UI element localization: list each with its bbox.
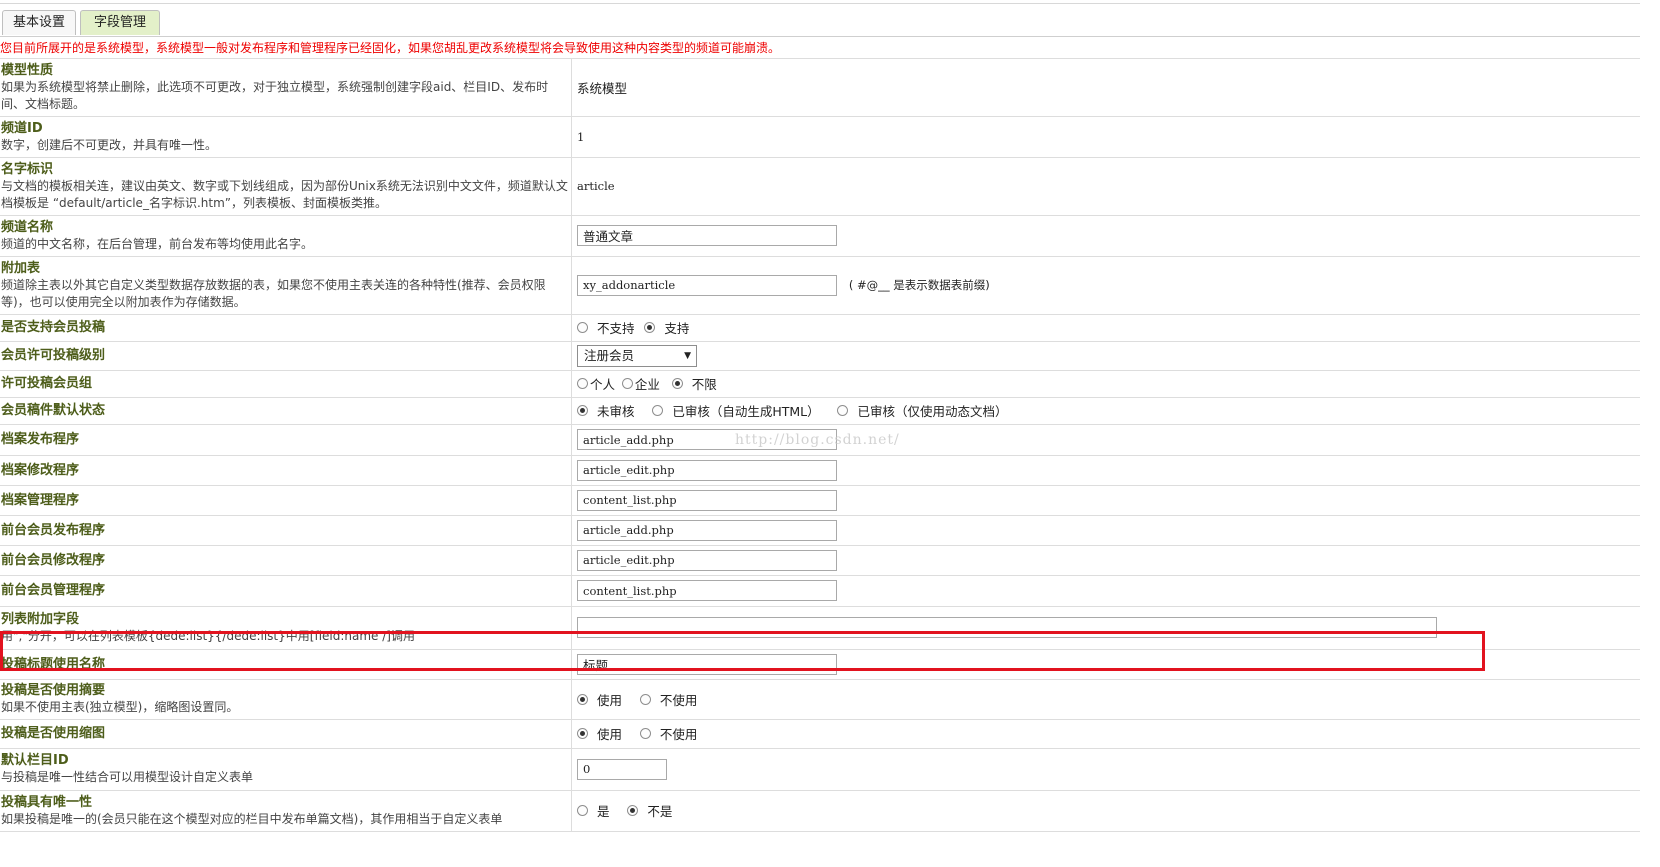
member-group-unlimited[interactable]: 不限 — [671, 374, 717, 393]
row-channel-name: 频道名称 频道的中文名称，在后台管理，前台发布等均使用此名字。 — [0, 215, 1640, 257]
row-member-level: 会员许可投稿级别 注册会员 ▼ — [0, 341, 1640, 371]
label-title: 列表附加字段 — [1, 611, 80, 627]
model-type-value: 系统模型 — [577, 80, 628, 96]
front-edit-input[interactable] — [577, 549, 837, 571]
label-title: 许可投稿会员组 — [1, 376, 93, 391]
tab-basic-settings[interactable]: 基本设置 — [2, 10, 76, 35]
front-manage-input[interactable] — [577, 580, 837, 601]
front-add-input[interactable] — [577, 519, 837, 541]
label-desc: 如果不使用主表(独立模型)，缩略图设置同。 — [1, 700, 239, 714]
row-front-manage: 前台会员管理程序 — [0, 575, 1640, 607]
row-member-group: 许可投稿会员组 个人 企业 不限 — [0, 370, 1640, 398]
edit-program-input[interactable] — [577, 459, 837, 481]
label-title: 会员稿件默认状态 — [1, 403, 106, 418]
row-member-submit: 是否支持会员投稿 不支持 支持 — [0, 314, 1640, 342]
default-typeid-input[interactable] — [577, 758, 667, 780]
manage-program-input[interactable] — [577, 489, 837, 511]
label-desc: 数字，创建后不可更改，并具有唯一性。 — [1, 137, 218, 152]
label-desc: 用","分开，可以在列表模板{dede:list}{/dede:list}中用[… — [1, 628, 415, 643]
row-name-tag: 名字标识 与文档的模板相关连，建议由英文、数字或下划线组成，因为部份Unix系统… — [0, 157, 1640, 216]
row-submit-title-name: 投稿标题使用名称 — [0, 649, 1640, 680]
status-reviewed-dynamic[interactable]: 已审核（仅使用动态文档） — [837, 401, 1007, 420]
row-addon-table: 附加表 频道除主表以外其它自定义类型数据存放数据的表，如果您不使用主表关连的各种… — [0, 256, 1640, 315]
radio-selected-icon[interactable] — [577, 405, 588, 416]
name-tag-value: article — [577, 179, 615, 193]
member-group-company[interactable]: 企业 — [621, 374, 660, 393]
label-title: 前台会员发布程序 — [1, 522, 106, 538]
use-summary-yes[interactable]: 使用 — [577, 690, 622, 709]
label-title: 频道ID — [1, 120, 43, 136]
channel-id-value: 1 — [577, 129, 585, 144]
row-default-status: 会员稿件默认状态 未审核 已审核（自动生成HTML） 已审核（仅使用动态文档） — [0, 397, 1640, 425]
label-title: 名字标识 — [1, 161, 54, 177]
dropdown-arrow-icon: ▼ — [684, 350, 691, 361]
radio-selected-icon[interactable] — [671, 378, 683, 389]
radio-icon[interactable] — [577, 322, 588, 333]
radio-icon[interactable] — [621, 378, 633, 389]
radio-icon[interactable] — [577, 378, 588, 389]
system-model-warning: 您目前所展开的是系统模型，系统模型一般对发布程序和管理程序已经固化，如果您胡乱更… — [0, 37, 1640, 59]
label-title: 前台会员修改程序 — [1, 552, 106, 568]
submit-title-name-input[interactable] — [577, 653, 837, 675]
member-submit-yes[interactable]: 支持 — [644, 318, 689, 337]
label-desc: 如果投稿是唯一的(会员只能在这个模型对应的栏目中发布单篇文档)，其作用相当于自定… — [1, 811, 503, 826]
row-channel-id: 频道ID 数字，创建后不可更改，并具有唯一性。 1 — [0, 116, 1640, 158]
label-title: 前台会员管理程序 — [1, 583, 106, 598]
use-thumb-yes[interactable]: 使用 — [577, 724, 622, 743]
radio-icon[interactable] — [639, 728, 651, 739]
table-prefix-hint: ( #@__ 是表示数据表前缀) — [848, 278, 990, 292]
label-desc: 与文档的模板相关连，建议由英文、数字或下划线组成，因为部份Unix系统无法识别中… — [1, 178, 568, 210]
member-level-select[interactable]: 注册会员 ▼ — [577, 344, 697, 367]
radio-selected-icon[interactable] — [577, 728, 588, 739]
use-thumb-no[interactable]: 不使用 — [639, 724, 697, 743]
label-title: 投稿标题使用名称 — [1, 656, 106, 672]
unique-no[interactable]: 不是 — [627, 801, 672, 820]
status-unreviewed[interactable]: 未审核 — [577, 401, 635, 420]
row-front-add: 前台会员发布程序 — [0, 515, 1640, 546]
label-desc: 如果为系统模型将禁止删除，此选项不可更改，对于独立模型，系统强制创建字段aid、… — [1, 79, 549, 111]
label-title: 档案管理程序 — [1, 492, 80, 508]
radio-icon[interactable] — [837, 405, 849, 416]
label-title: 投稿具有唯一性 — [1, 794, 93, 810]
radio-icon[interactable] — [652, 405, 664, 416]
status-reviewed-html[interactable]: 已审核（自动生成HTML） — [652, 401, 820, 420]
channel-name-input[interactable] — [577, 225, 837, 246]
label-title: 投稿是否使用缩图 — [1, 726, 106, 741]
radio-icon[interactable] — [639, 693, 651, 705]
label-title: 默认栏目ID — [1, 753, 69, 768]
list-fields-input[interactable] — [577, 617, 1437, 638]
label-title: 频道名称 — [1, 219, 54, 235]
row-model-type: 模型性质 如果为系统模型将禁止删除，此选项不可更改，对于独立模型，系统强制创建字… — [0, 59, 1640, 117]
label-title: 模型性质 — [1, 62, 54, 78]
radio-selected-icon[interactable] — [577, 693, 588, 705]
member-submit-no[interactable]: 不支持 — [577, 318, 635, 337]
label-title: 是否支持会员投稿 — [1, 320, 106, 335]
label-title: 档案修改程序 — [1, 462, 80, 478]
tab-field-management[interactable]: 字段管理 — [80, 10, 160, 35]
label-title: 会员许可投稿级别 — [1, 348, 106, 363]
radio-selected-icon[interactable] — [627, 805, 639, 816]
addon-table-input[interactable] — [577, 274, 837, 296]
row-unique: 投稿具有唯一性 如果投稿是唯一的(会员只能在这个模型对应的栏目中发布单篇文档)，… — [0, 790, 1640, 832]
blog-watermark: http://blog.csdn.net/ — [735, 432, 900, 448]
label-desc: 与投稿是唯一性结合可以用模型设计自定义表单 — [1, 770, 254, 784]
row-edit-program: 档案修改程序 — [0, 455, 1640, 486]
label-title: 附加表 — [1, 260, 41, 276]
top-divider — [0, 3, 1640, 4]
label-desc: 频道的中文名称，在后台管理，前台发布等均使用此名字。 — [1, 236, 314, 251]
row-front-edit: 前台会员修改程序 — [0, 545, 1640, 576]
label-desc: 频道除主表以外其它自定义类型数据存放数据的表，如果您不使用主表关连的各种特性(推… — [1, 277, 546, 309]
use-summary-no[interactable]: 不使用 — [639, 690, 697, 709]
unique-yes[interactable]: 是 — [577, 801, 610, 820]
row-default-typeid: 默认栏目ID 与投稿是唯一性结合可以用模型设计自定义表单 — [0, 748, 1640, 791]
label-title: 投稿是否使用摘要 — [1, 683, 106, 698]
radio-selected-icon[interactable] — [644, 322, 656, 333]
row-use-summary: 投稿是否使用摘要 如果不使用主表(独立模型)，缩略图设置同。 使用 不使用 — [0, 679, 1640, 720]
member-group-personal[interactable]: 个人 — [577, 374, 615, 393]
radio-icon[interactable] — [577, 805, 588, 816]
row-list-fields: 列表附加字段 用","分开，可以在列表模板{dede:list}{/dede:l… — [0, 606, 1640, 650]
row-use-thumb: 投稿是否使用缩图 使用 不使用 — [0, 719, 1640, 749]
label-title: 档案发布程序 — [1, 432, 80, 447]
row-manage-program: 档案管理程序 — [0, 485, 1640, 516]
